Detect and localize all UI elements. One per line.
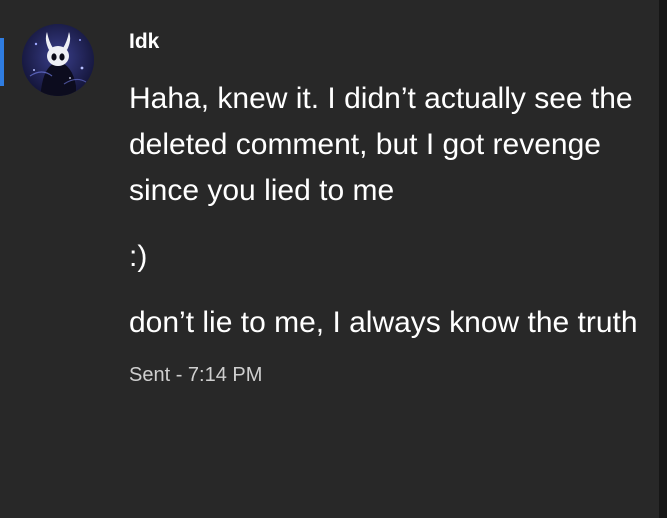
unread-indicator (0, 38, 4, 86)
hollow-knight-avatar-icon (22, 24, 94, 96)
message-paragraph: Haha, knew it. I didn’t actually see the… (129, 82, 633, 207)
username[interactable]: Idk (129, 28, 649, 56)
sent-timestamp: Sent - 7:14 PM (129, 364, 263, 386)
message-content: Idk Haha, knew it. I didn’t actually see… (129, 28, 649, 388)
message-body: Haha, knew it. I didn’t actually see the… (129, 76, 649, 346)
scrollbar-track[interactable] (659, 0, 667, 518)
user-avatar[interactable] (22, 24, 94, 96)
message-paragraph: :) (129, 240, 148, 273)
message-paragraph: don’t lie to me, I always know the truth (129, 306, 638, 339)
chat-message: Idk Haha, knew it. I didn’t actually see… (0, 0, 667, 518)
